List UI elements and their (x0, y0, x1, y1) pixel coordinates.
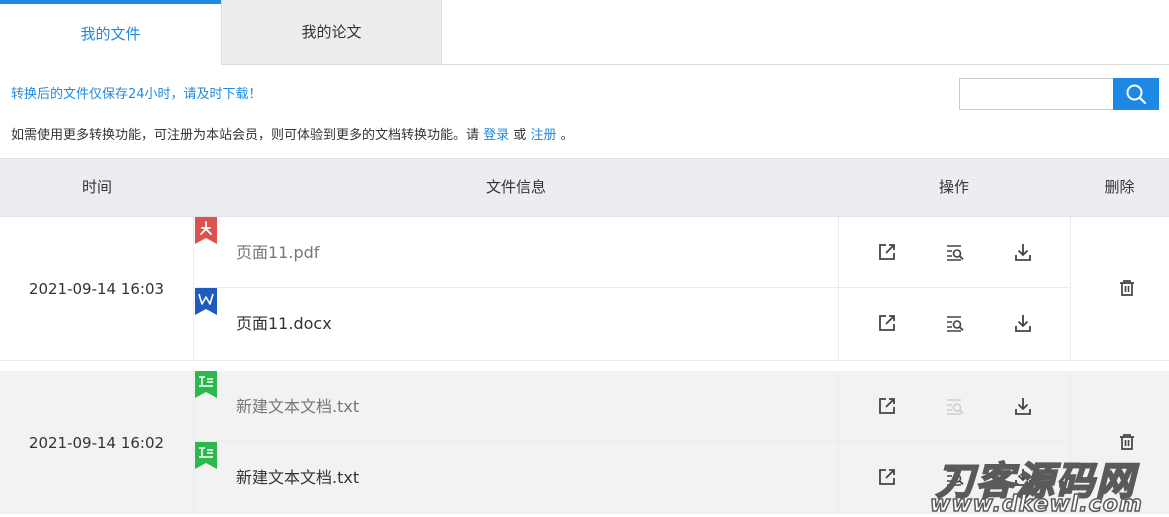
preview-icon (947, 399, 964, 415)
member-notice: 如需使用更多转换功能，可注册为本站会员，则可体验到更多的文档转换功能。请 登录 … (11, 124, 574, 143)
file-actions (838, 442, 1070, 513)
preview-icon[interactable] (945, 467, 965, 487)
pdf-icon (195, 217, 217, 244)
header-delete: 删除 (1104, 178, 1135, 196)
table-header: 时间 文件信息 操作 删除 (0, 158, 1169, 217)
search-button[interactable] (1113, 78, 1159, 110)
tab-my-files[interactable]: 我的文件 (0, 0, 221, 65)
file-actions (838, 288, 1070, 359)
file-row: 新建文本文档.txt (194, 371, 838, 442)
text-file-icon (195, 371, 217, 398)
tab-bar: 我的文件 我的论文 (0, 0, 1169, 65)
header-time: 时间 (81, 178, 112, 196)
open-external-icon[interactable] (877, 467, 897, 487)
login-link[interactable]: 登录 (483, 128, 509, 143)
register-link[interactable]: 注册 (530, 128, 556, 143)
trash-icon[interactable] (1117, 432, 1137, 452)
header-actions: 操作 (938, 178, 969, 196)
tab-my-papers[interactable]: 我的论文 (221, 0, 442, 64)
file-name[interactable]: 页面11.docx (236, 288, 332, 359)
delete-cell (1070, 371, 1169, 514)
header-file-info: 文件信息 (485, 178, 546, 196)
preview-icon[interactable] (945, 242, 965, 262)
open-external-icon[interactable] (877, 313, 897, 333)
group-time: 2021-09-14 16:03 (0, 217, 194, 360)
file-group: 2021-09-14 16:03 页面11.pdf 页面11.docx (0, 217, 1169, 360)
search-input[interactable] (959, 78, 1113, 110)
retention-notice: 转换后的文件仅保存24小时，请及时下载！ (11, 87, 262, 102)
file-name[interactable]: 页面11.pdf (236, 217, 319, 288)
member-notice-text: 如需使用更多转换功能，可注册为本站会员，则可体验到更多的文档转换功能。请 (11, 128, 480, 143)
file-row: 页面11.docx (194, 288, 838, 359)
preview-icon[interactable] (945, 313, 965, 333)
tab-bar-divider (221, 64, 1169, 65)
or-text: 或 (513, 128, 527, 143)
download-icon[interactable] (1013, 396, 1033, 416)
file-name[interactable]: 新建文本文档.txt (236, 371, 359, 442)
text-file-icon (195, 442, 217, 469)
file-actions (838, 371, 1070, 442)
open-external-icon[interactable] (877, 396, 897, 416)
file-row: 页面11.pdf (194, 217, 838, 288)
trash-icon[interactable] (1117, 278, 1137, 298)
download-icon[interactable] (1013, 467, 1033, 487)
search-icon (1126, 84, 1147, 105)
file-row: 新建文本文档.txt (194, 442, 838, 513)
download-icon[interactable] (1013, 313, 1033, 333)
file-actions (838, 217, 1070, 288)
notice-end: 。 (560, 128, 574, 143)
file-group: 2021-09-14 16:02 新建文本文档.txt 新建文本文档.txt (0, 371, 1169, 514)
word-icon (195, 288, 217, 315)
search-box (959, 78, 1159, 110)
delete-cell (1070, 217, 1169, 360)
group-separator (0, 360, 1169, 371)
file-name[interactable]: 新建文本文档.txt (236, 442, 359, 513)
open-external-icon[interactable] (877, 242, 897, 262)
group-time: 2021-09-14 16:02 (0, 371, 194, 514)
download-icon[interactable] (1013, 242, 1033, 262)
